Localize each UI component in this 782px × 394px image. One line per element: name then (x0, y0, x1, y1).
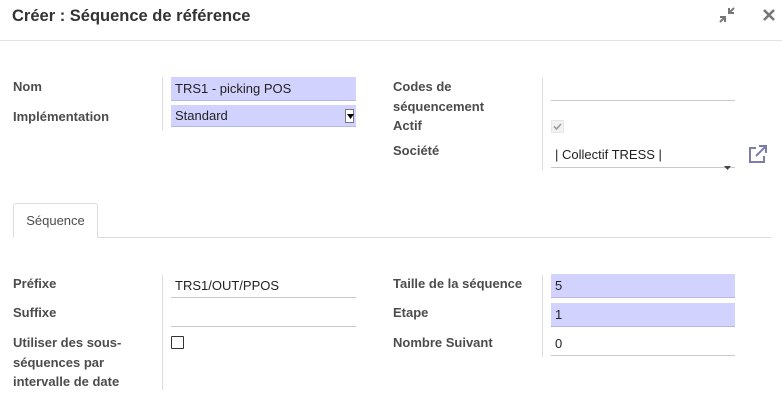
sous-seq-checkbox[interactable] (171, 336, 184, 349)
close-icon[interactable] (760, 6, 778, 24)
suivant-label: Nombre Suivant (393, 335, 493, 350)
implementation-value: Standard (175, 108, 228, 123)
label-separator-right (542, 78, 543, 170)
societe-select[interactable]: | Collectif TRESS | (551, 142, 735, 170)
actif-label: Actif (393, 118, 422, 133)
prefixe-input[interactable]: TRS1/OUT/PPOS (171, 274, 356, 298)
nom-input[interactable]: TRS1 - picking POS (171, 77, 356, 101)
sous-seq-label-line1: Utiliser des sous- (13, 335, 122, 350)
implementation-label: Implémentation (13, 109, 110, 124)
external-link-icon[interactable] (747, 144, 768, 165)
taille-label: Taille de la séquence (393, 276, 523, 291)
label-separator-seq-right (542, 275, 543, 357)
prefixe-label: Préfixe (13, 276, 57, 291)
societe-value: | Collectif TRESS | (555, 147, 662, 162)
sous-seq-label-line3: intervalle de date (13, 374, 120, 389)
chevron-down-icon (724, 153, 731, 179)
tab-sequence[interactable]: Séquence (13, 203, 98, 238)
sous-seq-label-line2: séquences par (13, 355, 105, 370)
etape-label: Etape (393, 305, 429, 320)
taille-input[interactable]: 5 (551, 274, 735, 298)
suffixe-label: Suffixe (13, 305, 57, 320)
suivant-input[interactable]: 0 (551, 332, 735, 356)
compress-icon[interactable] (718, 6, 736, 24)
dialog-header: Créer : Séquence de référence (0, 0, 782, 41)
implementation-select[interactable]: Standard (171, 105, 356, 127)
nom-label: Nom (13, 79, 42, 94)
codes-label-line1: Codes de (393, 79, 452, 94)
actif-checkbox[interactable] (551, 120, 564, 133)
label-separator-seq (162, 275, 163, 390)
select-arrow-icon (345, 109, 354, 123)
suffixe-input[interactable] (171, 303, 356, 327)
dialog-title: Créer : Séquence de référence (12, 7, 251, 25)
codes-input[interactable] (551, 77, 735, 101)
societe-label: Société (393, 143, 440, 158)
etape-input[interactable]: 1 (551, 303, 735, 327)
codes-label-line2: séquencement (393, 99, 485, 114)
tab-bar-line (13, 237, 771, 238)
label-separator (162, 78, 163, 130)
